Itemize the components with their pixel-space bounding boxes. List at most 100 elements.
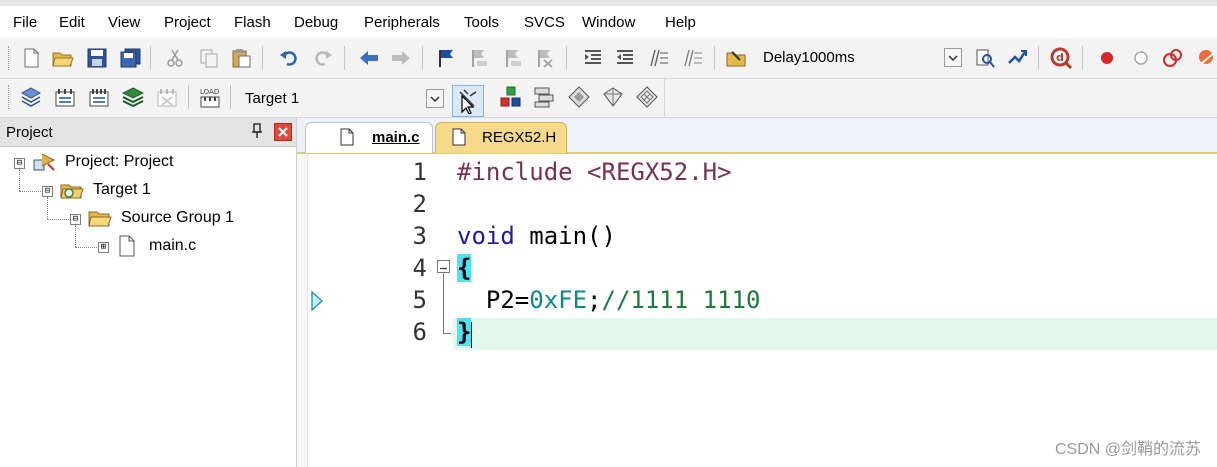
- menu-help[interactable]: Help: [665, 14, 696, 31]
- uncomment-icon[interactable]: [682, 47, 704, 69]
- code-line: }: [457, 318, 472, 346]
- tree-item-source-group[interactable]: Source Group 1: [121, 209, 234, 227]
- nav-back-icon[interactable]: [358, 47, 380, 69]
- menu-view[interactable]: View: [108, 14, 140, 31]
- toolbar-separator: [230, 85, 231, 109]
- comment-icon[interactable]: [648, 47, 670, 69]
- prev-bookmark-icon[interactable]: [468, 47, 490, 69]
- file-icon: [340, 128, 356, 148]
- nav-forward-icon[interactable]: [390, 47, 412, 69]
- disable-breakpoint-icon[interactable]: [1130, 47, 1152, 69]
- manage-components-icon[interactable]: [500, 86, 522, 108]
- menu-bar: File Edit View Project Flash Debug Perip…: [0, 6, 1217, 36]
- menu-flash[interactable]: Flash: [234, 14, 271, 31]
- menu-peripherals[interactable]: Peripherals: [364, 14, 440, 31]
- file-icon: [118, 235, 136, 257]
- manage-rte-icon[interactable]: [602, 86, 624, 108]
- tab-label: REGX52.H: [482, 129, 557, 146]
- code-token: #include: [457, 158, 573, 186]
- toolbar-separator: [714, 46, 715, 70]
- build-toolbar: LOAD Target 1: [0, 79, 1217, 118]
- project-panel: Project ⊟ Project: Project ⊟ Target 1 ⊟ …: [0, 118, 297, 467]
- menu-edit[interactable]: Edit: [59, 14, 85, 31]
- target-combo-value[interactable]: Target 1: [245, 90, 299, 107]
- redo-icon[interactable]: [312, 47, 334, 69]
- debug-session-icon[interactable]: d: [1050, 47, 1072, 69]
- watermark: CSDN @剑鞘的流苏: [1054, 441, 1201, 458]
- tab-regx52-h[interactable]: REGX52.H: [435, 122, 567, 153]
- tree-item-main-c[interactable]: main.c: [149, 237, 196, 255]
- cut-icon[interactable]: [164, 47, 186, 69]
- rebuild-icon[interactable]: [88, 86, 110, 108]
- tree-expander[interactable]: ⊟: [42, 186, 53, 197]
- code-line: P2=0xFE;//1111 1110: [457, 286, 761, 314]
- toolbar-grip[interactable]: [8, 46, 12, 70]
- menu-tools[interactable]: Tools: [464, 14, 499, 31]
- file-extensions-icon[interactable]: [534, 86, 556, 108]
- kill-breakpoints-icon[interactable]: [1162, 47, 1184, 69]
- translate-icon[interactable]: [20, 86, 42, 108]
- target-options-icon[interactable]: [452, 85, 484, 117]
- code-editor[interactable]: #include <REGX52.H> void main() { P2=0xF…: [297, 154, 1217, 467]
- code-token: P2=: [457, 286, 530, 314]
- indent-icon[interactable]: [582, 47, 604, 69]
- code-token: }: [457, 318, 472, 346]
- menu-svcs[interactable]: SVCS: [524, 14, 565, 31]
- tree-item-project[interactable]: Project: Project: [65, 153, 173, 171]
- editor-area: main.c REGX52.H 1 2 3 4 5 6 #include <RE…: [297, 118, 1217, 467]
- breakpoint-icon[interactable]: [1096, 47, 1118, 69]
- find-combo-dropdown[interactable]: [944, 48, 962, 67]
- pin-icon[interactable]: [250, 123, 264, 139]
- code-token: <REGX52.H>: [587, 158, 732, 186]
- toolbar-separator: [422, 46, 423, 70]
- batch-build-icon[interactable]: [122, 86, 144, 108]
- tree-expander[interactable]: ⊞: [98, 242, 109, 253]
- menu-window[interactable]: Window: [582, 14, 635, 31]
- code-token: void: [457, 222, 515, 250]
- project-icon: [32, 152, 56, 172]
- toolbar-separator: [1038, 46, 1039, 70]
- target-folder-icon: [60, 180, 84, 200]
- find-combo-value[interactable]: Delay1000ms: [763, 49, 855, 66]
- project-panel-header: Project: [0, 118, 296, 147]
- save-icon[interactable]: [86, 47, 108, 69]
- clear-breakpoints-icon[interactable]: [1196, 47, 1217, 69]
- target-combo-dropdown[interactable]: [426, 89, 444, 108]
- tree-connector: [75, 247, 99, 248]
- clear-bookmarks-icon[interactable]: [534, 47, 556, 69]
- copy-icon[interactable]: [198, 47, 220, 69]
- menu-project[interactable]: Project: [164, 14, 211, 31]
- find-icon[interactable]: [974, 47, 996, 69]
- toolbar-grip[interactable]: [8, 85, 12, 109]
- new-file-icon[interactable]: [20, 47, 42, 69]
- undo-icon[interactable]: [278, 47, 300, 69]
- code-token: //1111 1110: [601, 286, 761, 314]
- build-icon[interactable]: [54, 86, 76, 108]
- bookmark-icon[interactable]: [436, 47, 458, 69]
- next-bookmark-icon[interactable]: [502, 47, 524, 69]
- tree-connector: [19, 191, 43, 192]
- menu-debug[interactable]: Debug: [294, 14, 338, 31]
- paste-icon[interactable]: [230, 47, 252, 69]
- stop-build-icon[interactable]: [156, 86, 178, 108]
- select-packs-icon[interactable]: [568, 86, 590, 108]
- menu-file[interactable]: File: [13, 14, 37, 31]
- tab-main-c[interactable]: main.c: [305, 122, 433, 153]
- books-icon[interactable]: [636, 86, 658, 108]
- incremental-find-icon[interactable]: [1006, 47, 1028, 69]
- find-in-files-icon[interactable]: [726, 47, 748, 69]
- tree-expander[interactable]: ⊟: [70, 214, 81, 225]
- code-token: {: [457, 254, 472, 282]
- file-toolbar: Delay1000ms d: [0, 38, 1217, 79]
- editor-tabs: main.c REGX52.H: [297, 118, 1217, 154]
- tree-connector: [19, 169, 20, 191]
- toolbar-separator: [1082, 46, 1083, 70]
- save-all-icon[interactable]: [120, 47, 142, 69]
- tree-item-target[interactable]: Target 1: [93, 181, 151, 199]
- close-icon[interactable]: [274, 123, 292, 141]
- tree-expander[interactable]: ⊟: [14, 158, 25, 169]
- unindent-icon[interactable]: [614, 47, 636, 69]
- open-file-icon[interactable]: [52, 47, 74, 69]
- download-icon[interactable]: LOAD: [198, 86, 220, 108]
